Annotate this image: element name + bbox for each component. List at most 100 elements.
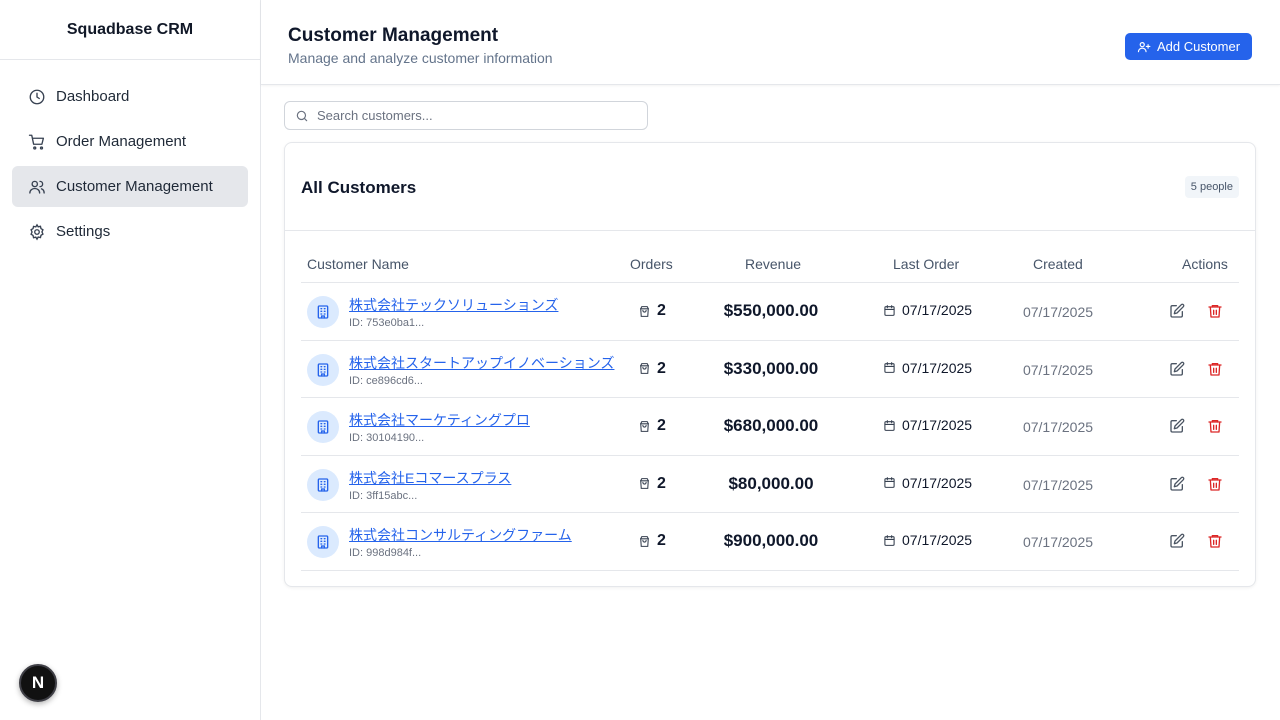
last-order-date: 07/17/2025 [883, 417, 972, 433]
card-header: All Customers 5 people [285, 143, 1255, 231]
customer-name-link[interactable]: 株式会社マーケティングプロ [349, 410, 530, 430]
shopping-bag-icon [640, 420, 649, 432]
shopping-bag-icon [640, 363, 649, 374]
building-icon [307, 411, 339, 443]
col-created: Created [1033, 256, 1083, 272]
order-count-value: 2 [657, 474, 666, 492]
table-body: 株式会社テックソリューションズ ID: 753e0ba1... 2 $550,0… [301, 283, 1239, 571]
order-count: 2 [638, 360, 666, 378]
table-row: 株式会社テックソリューションズ ID: 753e0ba1... 2 $550,0… [301, 283, 1239, 341]
trash-icon[interactable] [1207, 476, 1223, 492]
main-content: Customer Management Manage and analyze c… [261, 0, 1280, 720]
trash-icon[interactable] [1207, 303, 1223, 319]
edit-icon[interactable] [1169, 533, 1185, 549]
search-icon [296, 110, 308, 121]
order-count: 2 [638, 475, 666, 493]
col-orders: Orders [630, 256, 673, 272]
order-count-value: 2 [657, 359, 666, 377]
customer-name-link[interactable]: 株式会社テックソリューションズ [349, 295, 558, 315]
sidebar-item-customers[interactable]: Customer Management [12, 166, 248, 207]
customer-id: ID: 3ff15abc... [349, 489, 418, 502]
customers-table: Customer Name Orders Revenue Last Order … [301, 251, 1239, 571]
last-order-value: 07/17/2025 [902, 417, 973, 433]
sidebar-item-label: Customer Management [56, 178, 213, 195]
revenue-value: $900,000.00 [723, 531, 819, 550]
shopping-bag-icon [640, 478, 649, 489]
col-customer-name: Customer Name [307, 256, 409, 272]
clock-icon [28, 88, 46, 106]
trash-icon[interactable] [1207, 418, 1223, 434]
user-plus-icon [1137, 41, 1151, 52]
calendar-icon [884, 419, 895, 431]
add-customer-label: Add Customer [1156, 39, 1241, 54]
sidebar-item-label: Settings [56, 223, 111, 240]
order-count-value: 2 [657, 417, 666, 434]
calendar-icon [884, 534, 895, 546]
customer-id: ID: 753e0ba1... [349, 317, 425, 329]
edit-icon[interactable] [1169, 418, 1185, 434]
table-row: 株式会社マーケティングプロ ID: 30104190... 2 $680,000… [301, 398, 1239, 456]
sidebar-item-label: Order Management [56, 133, 187, 150]
table-row: 株式会社スタートアップイノベーションズ ID: ce896cd6... 2 $3… [301, 341, 1239, 398]
search-box [284, 101, 648, 130]
trash-icon[interactable] [1207, 533, 1223, 549]
edit-icon[interactable] [1169, 303, 1185, 319]
calendar-icon [884, 304, 895, 316]
created-date: 07/17/2025 [1022, 534, 1094, 550]
customer-name-link[interactable]: 株式会社Eコマースプラス [349, 468, 511, 488]
order-count: 2 [638, 302, 666, 320]
gear-icon [28, 223, 46, 241]
last-order-value: 07/17/2025 [902, 474, 973, 491]
created-date: 07/17/2025 [1022, 419, 1094, 435]
add-customer-button[interactable]: Add Customer [1125, 33, 1252, 60]
last-order-date: 07/17/2025 [883, 475, 972, 491]
created-date: 07/17/2025 [1022, 476, 1094, 493]
sidebar-item-orders[interactable]: Order Management [12, 121, 248, 162]
building-icon [307, 353, 339, 386]
last-order-date: 07/17/2025 [883, 302, 972, 318]
col-actions: Actions [1182, 256, 1228, 272]
created-date: 07/17/2025 [1022, 304, 1094, 320]
page-header: Customer Management Manage and analyze c… [261, 0, 1280, 85]
last-order-date: 07/17/2025 [883, 360, 972, 376]
customers-card: All Customers 5 people Customer Name Ord… [284, 142, 1256, 587]
customer-id: ID: ce896cd6... [349, 374, 423, 387]
table-header: Customer Name Orders Revenue Last Order … [301, 251, 1239, 283]
revenue-value: $80,000.00 [728, 473, 814, 493]
edit-icon[interactable] [1169, 361, 1185, 377]
sidebar-nav: Dashboard Order Management Customer Mana… [0, 60, 260, 272]
order-count-value: 2 [657, 302, 666, 319]
page-title: Customer Management [288, 25, 499, 46]
sidebar-item-label: Dashboard [56, 88, 130, 105]
sidebar: Squadbase CRM Dashboard Order Management… [0, 0, 261, 720]
sidebar-item-settings[interactable]: Settings [12, 211, 248, 252]
search-input[interactable] [317, 108, 637, 123]
order-count-value: 2 [657, 532, 666, 549]
building-icon [307, 468, 339, 501]
col-revenue: Revenue [745, 256, 802, 272]
order-count: 2 [638, 417, 666, 435]
cart-icon [28, 133, 46, 151]
customer-id: ID: 30104190... [349, 432, 425, 444]
trash-icon[interactable] [1207, 361, 1223, 377]
last-order-value: 07/17/2025 [902, 532, 973, 548]
building-icon [307, 296, 339, 328]
brand-title: Squadbase CRM [0, 0, 260, 60]
sidebar-item-dashboard[interactable]: Dashboard [12, 76, 248, 117]
last-order-date: 07/17/2025 [883, 532, 972, 548]
table-row: 株式会社Eコマースプラス ID: 3ff15abc... 2 $80,000.0… [301, 456, 1239, 513]
customer-name-link[interactable]: 株式会社コンサルティングファーム [349, 525, 572, 545]
last-order-value: 07/17/2025 [902, 302, 973, 318]
page-subtitle: Manage and analyze customer information [288, 50, 553, 66]
users-icon [28, 178, 46, 196]
created-date: 07/17/2025 [1022, 361, 1094, 378]
edit-icon[interactable] [1169, 476, 1185, 492]
customer-name-link[interactable]: 株式会社スタートアップイノベーションズ [349, 353, 614, 373]
table-row: 株式会社コンサルティングファーム ID: 998d984f... 2 $900,… [301, 513, 1239, 571]
framework-badge[interactable]: N [19, 664, 57, 702]
shopping-bag-icon [640, 305, 649, 317]
shopping-bag-icon [640, 535, 649, 547]
calendar-icon [884, 362, 895, 373]
calendar-icon [884, 477, 895, 488]
customer-id: ID: 998d984f... [349, 547, 422, 559]
